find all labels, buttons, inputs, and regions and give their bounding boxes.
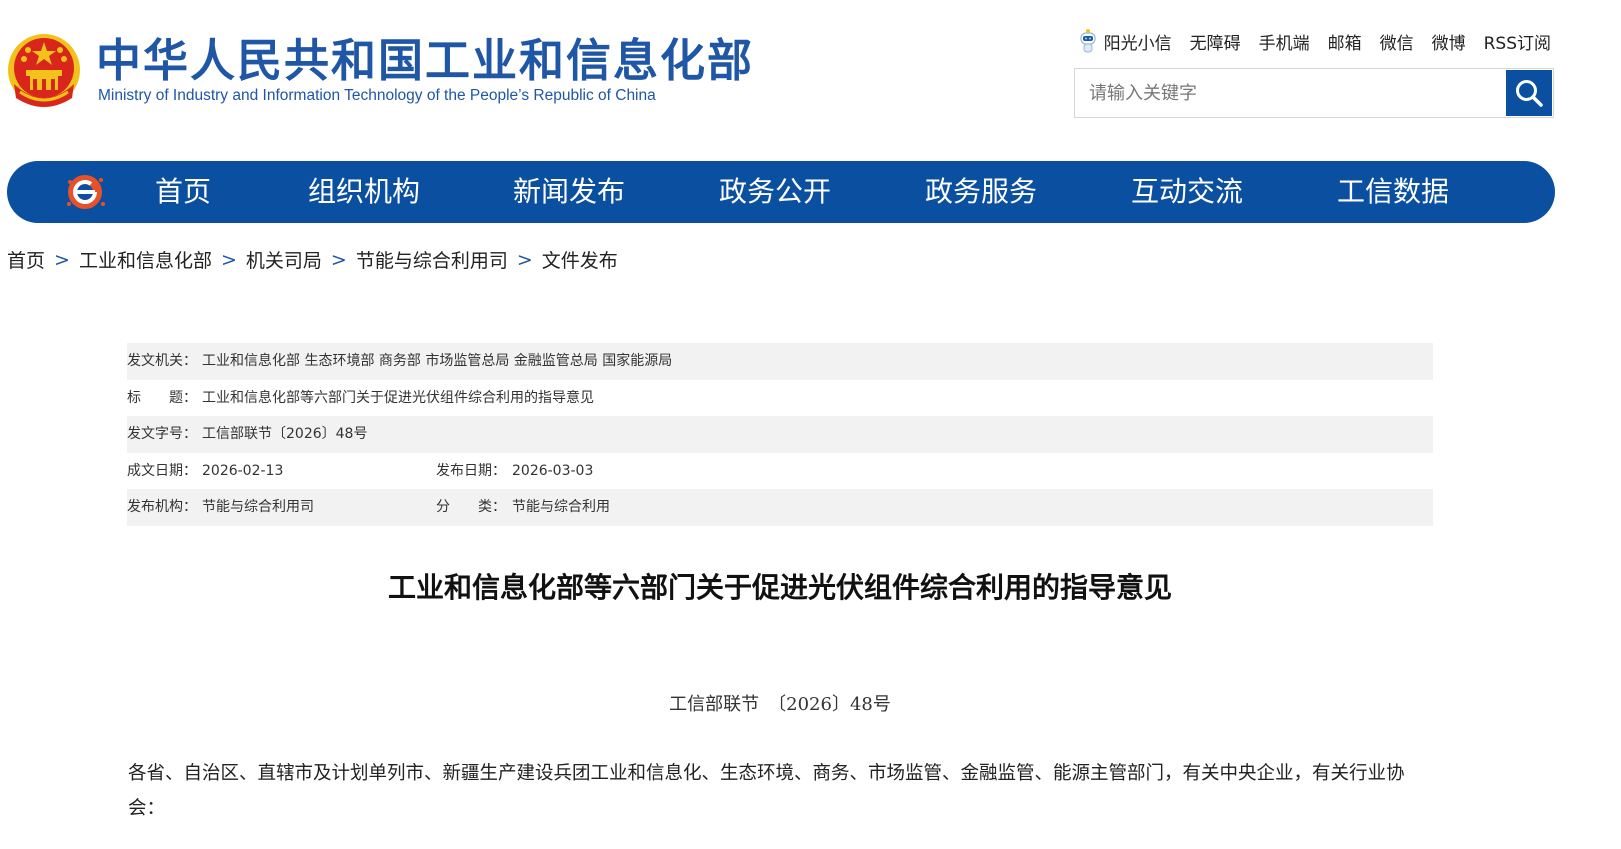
breadcrumb: 首页 > 工业和信息化部 > 机关司局 > 节能与综合利用司 > 文件发布 [7,246,618,273]
nav-interaction[interactable]: 互动交流 [1131,161,1243,223]
link-accessibility[interactable]: 无障碍 [1190,29,1241,54]
info-row-org: 发布机构： 节能与综合利用司 分 类： 节能与综合利用 [127,489,1433,526]
main-nav: 首页 组织机构 新闻发布 政务公开 政务服务 互动交流 工信数据 [7,161,1555,223]
breadcrumb-separator: > [54,248,70,271]
written-date-label: 成文日期： [127,462,197,479]
category-label: 分 类： [436,499,506,516]
docno-value: 工信部联节〔2026〕48号 [202,426,368,443]
issuer-value: 工业和信息化部 生态环境部 商务部 市场监管总局 金融监管总局 国家能源局 [202,353,673,369]
info-row-dates: 成文日期： 2026-02-13 发布日期： 2026-03-03 [127,453,1433,490]
breadcrumb-home[interactable]: 首页 [7,246,45,273]
nav-data[interactable]: 工信数据 [1337,161,1449,223]
breadcrumb-separator: > [516,248,533,271]
nav-organization[interactable]: 组织机构 [308,161,420,223]
breadcrumb-ministry[interactable]: 工业和信息化部 [79,246,212,273]
link-wechat[interactable]: 微信 [1380,29,1414,54]
site-header: 中华人民共和国工业和信息化部 Ministry of Industry and … [0,0,1621,150]
docno-label: 发文字号： [127,426,197,443]
nav-government-affairs[interactable]: 政务公开 [719,161,831,223]
robot-mascot-icon[interactable] [1078,28,1098,54]
miit-logo-icon[interactable] [65,172,107,212]
category-value: 节能与综合利用 [512,499,610,516]
document-info-table: 发文机关： 工业和信息化部 生态环境部 商务部 市场监管总局 金融监管总局 国家… [127,343,1433,526]
breadcrumb-departments[interactable]: 机关司局 [246,246,322,273]
nav-home[interactable]: 首页 [155,161,211,223]
search-button[interactable] [1506,70,1552,116]
issuer-label: 发文机关： [127,353,197,369]
published-date-label: 发布日期： [436,462,506,479]
link-mobile[interactable]: 手机端 [1259,29,1310,54]
search-icon [1516,80,1543,107]
title-label: 标 题： [127,389,197,406]
search-box [1074,68,1554,118]
org-label: 发布机构： [127,499,197,516]
breadcrumb-energy-dept[interactable]: 节能与综合利用司 [356,246,508,273]
site-title-en[interactable]: Ministry of Industry and Information Tec… [98,87,656,105]
link-rss[interactable]: RSS订阅 [1484,29,1551,54]
info-row-issuer: 发文机关： 工业和信息化部 生态环境部 商务部 市场监管总局 金融监管总局 国家… [127,343,1433,380]
link-weibo[interactable]: 微博 [1432,29,1466,54]
info-row-docno: 发文字号： 工信部联节〔2026〕48号 [127,416,1433,453]
top-links: 阳光小信 无障碍 手机端 邮箱 微信 微博 RSS订阅 [1078,28,1551,54]
national-emblem-icon[interactable] [6,32,82,112]
breadcrumb-separator: > [330,248,347,271]
written-date-value: 2026-02-13 [202,462,284,479]
published-date-value: 2026-03-03 [512,462,594,479]
link-mailbox[interactable]: 邮箱 [1328,29,1362,54]
info-row-title: 标 题： 工业和信息化部等六部门关于促进光伏组件综合利用的指导意见 [127,380,1433,417]
org-value: 节能与综合利用司 [202,499,314,516]
breadcrumb-documents[interactable]: 文件发布 [542,246,618,273]
nav-government-services[interactable]: 政务服务 [925,161,1037,223]
site-title-cn[interactable]: 中华人民共和国工业和信息化部 [96,34,754,88]
breadcrumb-separator: > [220,248,237,271]
search-input[interactable] [1075,69,1505,117]
title-value: 工业和信息化部等六部门关于促进光伏组件综合利用的指导意见 [202,389,594,406]
article-salutation: 各省、自治区、直辖市及计划单列市、新疆生产建设兵团工业和信息化、生态环境、商务、… [128,763,1405,819]
article-doc-number: 工信部联节 〔2026〕48号 [669,694,891,715]
link-sunshine[interactable]: 阳光小信 [1104,29,1172,54]
article-title: 工业和信息化部等六部门关于促进光伏组件综合利用的指导意见 [387,571,1172,604]
nav-news[interactable]: 新闻发布 [513,161,625,223]
